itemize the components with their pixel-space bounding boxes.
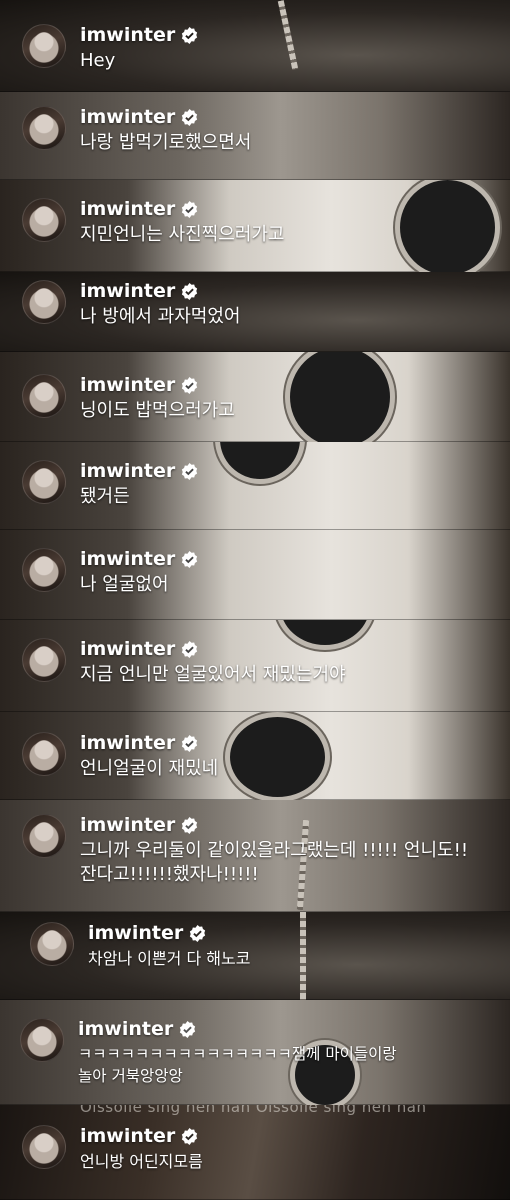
verified-check-icon [182, 734, 198, 752]
avatar[interactable] [22, 1125, 66, 1169]
avatar[interactable] [22, 24, 66, 68]
username[interactable]: imwinter [80, 638, 175, 660]
message-text: 언니얼굴이 재밌네 [80, 758, 219, 779]
verified-check-icon [182, 816, 198, 834]
screenshot-collage: imwinter Hey imwinter 나랑 밥먹기로했으면서 imwint… [0, 0, 510, 1200]
live-frame-strip: imwinter 나랑 밥먹기로했으면서 [0, 92, 510, 180]
chat-message: imwinter 나 방에서 과자먹었어 [22, 280, 510, 329]
live-frame-strip: imwinter ㅋㅋㅋㅋㅋㅋㅋㅋㅋㅋㅋㅋㅋㅋㅋ잼께 마이들이랑 놀아 거북앙앙… [0, 1000, 510, 1105]
username[interactable]: imwinter [80, 814, 175, 836]
overlay-caption: Oissolle sing nen nan Oissolle sing nen … [80, 1105, 427, 1116]
verified-check-icon [182, 550, 198, 568]
chat-message: imwinter 나 얼굴없어 [22, 548, 510, 597]
verified-check-icon [182, 200, 198, 218]
live-frame-strip: imwinter 언니얼굴이 재밌네 [0, 712, 510, 800]
chat-message: imwinter 지민언니는 사진찍으러가고 [22, 198, 510, 247]
message-text: 닝이도 밥먹으러가고 [80, 400, 235, 421]
message-text: 지민언니는 사진찍으러가고 [80, 224, 285, 245]
username[interactable]: imwinter [80, 198, 175, 220]
avatar[interactable] [20, 1018, 64, 1062]
avatar[interactable] [22, 106, 66, 150]
username[interactable]: imwinter [80, 280, 175, 302]
message-text: Hey [80, 50, 116, 71]
username[interactable]: imwinter [80, 460, 175, 482]
chat-message: imwinter 언니얼굴이 재밌네 [22, 732, 510, 781]
verified-check-icon [182, 1127, 198, 1145]
message-text: 나랑 밥먹기로했으면서 [80, 132, 252, 153]
username[interactable]: imwinter [80, 732, 175, 754]
live-frame-strip: imwinter 나 방에서 과자먹었어 [0, 272, 510, 352]
avatar[interactable] [30, 922, 74, 966]
avatar[interactable] [22, 814, 66, 858]
chat-message: imwinter 나랑 밥먹기로했으면서 [22, 106, 510, 155]
message-text: 나 얼굴없어 [80, 574, 169, 595]
avatar[interactable] [22, 638, 66, 682]
username[interactable]: imwinter [80, 374, 175, 396]
chat-message: imwinter 그니까 우리둘이 같이있을라그랬는데 !!!!! 언니도!! … [22, 814, 510, 887]
username[interactable]: imwinter [80, 106, 175, 128]
chat-message: imwinter 닝이도 밥먹으러가고 [22, 374, 510, 423]
message-text: 나 방에서 과자먹었어 [80, 306, 241, 327]
avatar[interactable] [22, 280, 66, 324]
live-frame-strip: imwinter 그니까 우리둘이 같이있을라그랬는데 !!!!! 언니도!! … [0, 800, 510, 912]
live-frame-strip: imwinter 차암나 이쁜거 다 해노코 [0, 912, 510, 1000]
message-text: ㅋㅋㅋㅋㅋㅋㅋㅋㅋㅋㅋㅋㅋㅋㅋ잼께 마이들이랑 놀아 거북앙앙앙 [78, 1045, 397, 1085]
message-text: 됐거든 [80, 486, 130, 507]
message-text: 그니까 우리둘이 같이있을라그랬는데 !!!!! 언니도!! 잔다고!!!!!!… [80, 840, 469, 885]
verified-check-icon [180, 1020, 196, 1038]
message-text: 차암나 이쁜거 다 해노코 [88, 949, 251, 968]
live-frame-strip: imwinter Hey [0, 0, 510, 92]
username[interactable]: imwinter [78, 1018, 173, 1040]
username[interactable]: imwinter [88, 922, 183, 944]
chat-message: imwinter Hey [22, 24, 510, 73]
verified-check-icon [182, 376, 198, 394]
live-frame-strip: imwinter 지민언니는 사진찍으러가고 [0, 180, 510, 272]
chat-message: imwinter 차암나 이쁜거 다 해노코 [30, 922, 510, 971]
avatar[interactable] [22, 460, 66, 504]
username[interactable]: imwinter [80, 24, 175, 46]
verified-check-icon [182, 282, 198, 300]
avatar[interactable] [22, 548, 66, 592]
live-frame-strip: imwinter 닝이도 밥먹으러가고 [0, 352, 510, 442]
live-frame-strip: imwinter 됐거든 [0, 442, 510, 530]
username[interactable]: imwinter [80, 1125, 175, 1147]
verified-check-icon [182, 640, 198, 658]
verified-check-icon [182, 462, 198, 480]
live-frame-strip: imwinter 지금 언니만 얼굴있어서 재밌는거야 [0, 620, 510, 712]
message-text: 지금 언니만 얼굴있어서 재밌는거야 [80, 664, 346, 685]
verified-check-icon [182, 26, 198, 44]
avatar[interactable] [22, 374, 66, 418]
live-frame-strip: imwinter 나 얼굴없어 [0, 530, 510, 620]
chat-message: imwinter 언니방 어딘지모름 [22, 1125, 510, 1174]
chat-message: imwinter ㅋㅋㅋㅋㅋㅋㅋㅋㅋㅋㅋㅋㅋㅋㅋ잼께 마이들이랑 놀아 거북앙앙… [20, 1018, 508, 1087]
username[interactable]: imwinter [80, 548, 175, 570]
chat-message: imwinter 됐거든 [22, 460, 510, 509]
live-frame-strip: Oissolle sing nen nan Oissolle sing nen … [0, 1105, 510, 1200]
message-text: 언니방 어딘지모름 [80, 1152, 203, 1171]
verified-check-icon [182, 108, 198, 126]
avatar[interactable] [22, 732, 66, 776]
verified-check-icon [190, 924, 206, 942]
avatar[interactable] [22, 198, 66, 242]
chat-message: imwinter 지금 언니만 얼굴있어서 재밌는거야 [22, 638, 510, 687]
